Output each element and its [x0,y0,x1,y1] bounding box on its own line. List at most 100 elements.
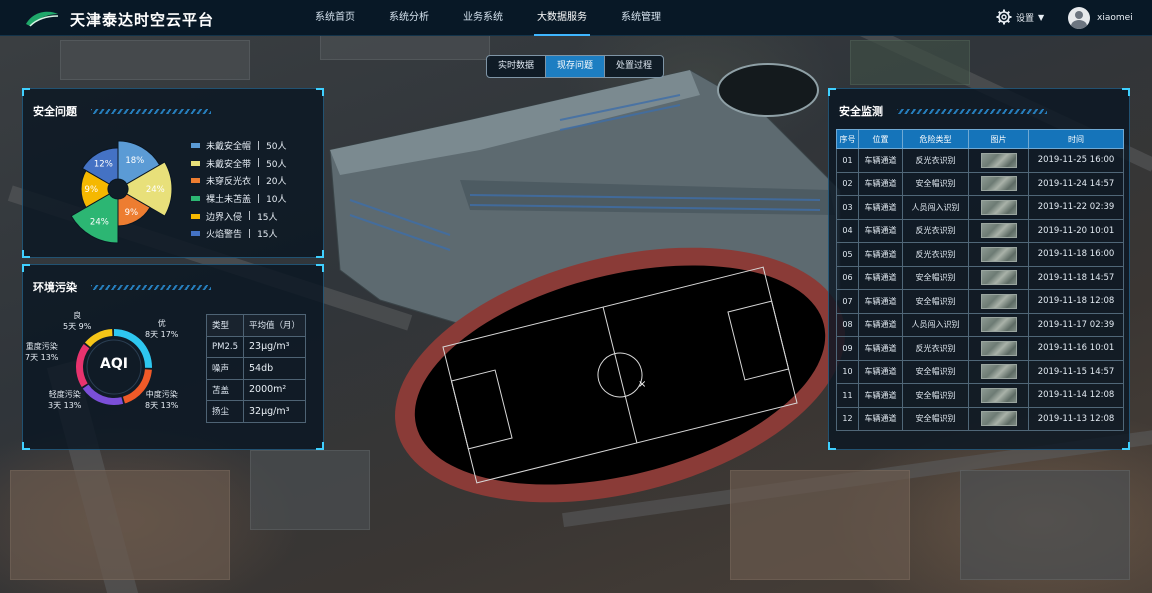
row-number: 02 [836,171,859,196]
snapshot-thumbnail[interactable] [980,270,1017,286]
nav-item-bigdata[interactable]: 大数据服务 [520,0,604,36]
legend-separator: | [248,211,252,222]
row-time: 2019-11-25 16:00 [1028,148,1124,173]
aqi-center-label: AQI [100,356,128,372]
snapshot-thumbnail[interactable] [980,152,1017,168]
row-danger-type: 安全帽识别 [902,359,969,384]
row-time: 2019-11-13 12:08 [1028,406,1124,431]
snapshot-thumbnail[interactable] [980,293,1017,309]
legend-item[interactable]: 火焰警告 | 15人 [191,225,287,243]
snapshot-thumbnail[interactable] [980,199,1017,215]
snapshot-thumbnail[interactable] [980,411,1017,427]
settings-menu[interactable]: 设置 ▼ [996,9,1044,25]
settings-label: 设置 [1016,13,1035,24]
nav-item-business[interactable]: 业务系统 [446,0,520,36]
legend-item[interactable]: 未戴安全带 | 50人 [191,155,287,173]
legend-separator: | [248,228,252,239]
table-header-row: 类型 平均值（月） [206,314,307,337]
table-row: 苫盖 2000m² [206,378,307,401]
table-row[interactable]: 08 车辆通道 人员闯入识别 2019-11-17 02:39 [836,312,1124,337]
aqi-label-severe: 重度污染 7天 13% [25,341,58,363]
row-time: 2019-11-24 14:57 [1028,171,1124,196]
svg-text:×: × [638,379,646,390]
legend-count: 15人 [257,212,278,223]
snapshot-thumbnail[interactable] [980,317,1017,333]
legend-item[interactable]: 未戴安全帽 | 50人 [191,137,287,155]
snapshot-thumbnail[interactable] [980,340,1017,356]
aqi-label-name: 重度污染 [25,342,58,351]
table-row[interactable]: 09 车辆通道 反光衣识别 2019-11-16 10:01 [836,336,1124,361]
table-cell: 2000m² [242,378,307,401]
row-time: 2019-11-18 16:00 [1028,242,1124,267]
column-header: 类型 [206,314,244,337]
table-cell: 噪声 [206,357,244,380]
table-row[interactable]: 11 车辆通道 安全帽识别 2019-11-14 12:08 [836,383,1124,408]
table-row[interactable]: 04 车辆通道 反光衣识别 2019-11-20 10:01 [836,218,1124,243]
row-location: 车辆通道 [858,359,903,384]
legend-count: 15人 [257,230,278,241]
legend-item[interactable]: 裸土未苫盖 | 10人 [191,190,287,208]
nav-item-analysis[interactable]: 系统分析 [372,0,446,36]
legend-item[interactable]: 未穿反光衣 | 20人 [191,172,287,190]
table-row[interactable]: 05 车辆通道 反光衣识别 2019-11-18 16:00 [836,242,1124,267]
aqi-label-detail: 8天 13% [145,401,179,410]
aqi-label-detail: 8天 17% [145,330,179,339]
safety-rose-chart[interactable]: 18% 24% 9% 24% 9% 12% [63,129,173,249]
aqi-label-name: 良 [73,311,82,320]
snapshot-thumbnail[interactable] [980,387,1017,403]
legend-item[interactable]: 边界入侵 | 15人 [191,207,287,225]
row-danger-type: 安全帽识别 [902,289,969,314]
row-number: 11 [836,383,859,408]
snapshot-thumbnail[interactable] [980,364,1017,380]
chevron-down-icon: ▼ [1038,12,1045,22]
table-row[interactable]: 03 车辆通道 人员闯入识别 2019-11-22 02:39 [836,195,1124,220]
avatar [1068,7,1090,29]
table-row[interactable]: 01 车辆通道 反光衣识别 2019-11-25 16:00 [836,148,1124,173]
row-danger-type: 人员闯入识别 [902,195,969,220]
row-location: 车辆通道 [858,148,903,173]
row-time: 2019-11-16 10:01 [1028,336,1124,361]
nav-item-home[interactable]: 系统首页 [298,0,372,36]
rose-slice-label: 9% [125,208,138,218]
tab-realtime[interactable]: 实时数据 [487,56,547,77]
legend-count: 50人 [266,159,287,170]
table-row[interactable]: 02 车辆通道 安全帽识别 2019-11-24 14:57 [836,171,1124,196]
nav-item-management[interactable]: 系统管理 [604,0,678,36]
column-header: 平均值（月） [242,314,307,337]
row-location: 车辆通道 [858,406,903,431]
legend-separator: | [257,175,261,186]
table-row[interactable]: 07 车辆通道 安全帽识别 2019-11-18 12:08 [836,289,1124,314]
tab-handling-process[interactable]: 处置过程 [605,56,663,77]
row-number: 08 [836,312,859,337]
snapshot-thumbnail[interactable] [980,176,1017,192]
table-cell: 32μg/m³ [242,400,307,423]
table-row[interactable]: 10 车辆通道 安全帽识别 2019-11-15 14:57 [836,359,1124,384]
row-danger-type: 反光衣识别 [902,148,969,173]
snapshot-thumbnail[interactable] [980,246,1017,262]
safety-legend: 未戴安全帽 | 50人 未戴安全带 | 50人 未穿反光衣 | 20人 裸土未苫… [191,137,287,243]
rose-slice-label: 18% [125,156,144,166]
row-location: 车辆通道 [858,336,903,361]
row-image-cell [968,289,1029,314]
table-row[interactable]: 12 车辆通道 安全帽识别 2019-11-13 12:08 [836,406,1124,431]
legend-label: 边界入侵 [206,212,243,223]
row-location: 车辆通道 [858,312,903,337]
table-row[interactable]: 06 车辆通道 安全帽识别 2019-11-18 14:57 [836,265,1124,290]
title-decoration [91,109,211,114]
snapshot-thumbnail[interactable] [980,223,1017,239]
user-menu[interactable]: xiaomei [1068,7,1133,29]
legend-label: 未戴安全带 [206,159,252,170]
tab-current-issues[interactable]: 现存问题 [546,56,606,77]
table-cell: 54db [242,357,307,380]
rose-slice-label: 24% [90,217,109,227]
row-image-cell [968,148,1029,173]
platform-logo-icon [26,11,59,27]
legend-swatch [191,160,200,166]
row-number: 06 [836,265,859,290]
aqi-label-light: 轻度污染 3天 13% [48,389,81,411]
app-title: 天津泰达时空云平台 [70,11,215,29]
row-number: 03 [836,195,859,220]
donut-slice[interactable] [82,384,124,405]
aqi-label-detail: 5天 9% [63,322,92,331]
row-time: 2019-11-22 02:39 [1028,195,1124,220]
